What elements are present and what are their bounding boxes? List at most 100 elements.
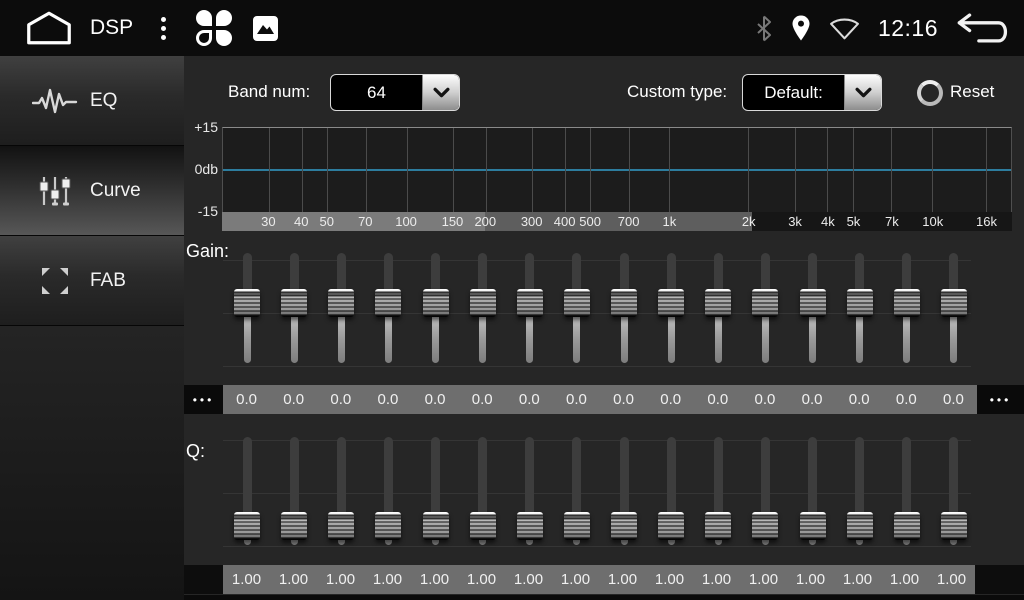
slider-thumb[interactable]: [611, 512, 637, 540]
slider-thumb[interactable]: [658, 512, 684, 540]
q-slider-11[interactable]: [694, 437, 741, 545]
sidebar-item-eq[interactable]: EQ: [0, 56, 184, 146]
slider-track: [431, 437, 440, 545]
gallery-icon[interactable]: [252, 15, 279, 42]
eq-plot[interactable]: [222, 127, 1012, 212]
slider-thumb[interactable]: [941, 289, 967, 317]
slider-thumb[interactable]: [752, 512, 778, 540]
gain-scroll-right-button[interactable]: •••: [977, 385, 1024, 414]
slider-thumb[interactable]: [894, 289, 920, 317]
back-icon[interactable]: [956, 12, 1010, 45]
gain-scroll-left-button[interactable]: •••: [184, 385, 223, 414]
gain-slider-8[interactable]: [553, 253, 600, 363]
home-icon[interactable]: [26, 10, 72, 46]
gain-slider-4[interactable]: [364, 253, 411, 363]
gain-slider-5[interactable]: [412, 253, 459, 363]
q-slider-2[interactable]: [270, 437, 317, 545]
slider-thumb[interactable]: [375, 289, 401, 317]
gain-value-row: ••• 0.00.00.00.00.00.00.00.00.00.00.00.0…: [184, 385, 1024, 414]
q-sliders: [223, 437, 977, 545]
q-value-9: 1.00: [599, 565, 646, 594]
slider-thumb[interactable]: [234, 289, 260, 317]
q-value-8: 1.00: [552, 565, 599, 594]
freq-tick-label: 50: [320, 212, 334, 231]
sidebar-item-curve[interactable]: Curve: [0, 146, 184, 236]
slider-thumb[interactable]: [234, 512, 260, 540]
gain-slider-12[interactable]: [741, 253, 788, 363]
slider-thumb[interactable]: [800, 512, 826, 540]
clock: 12:16: [878, 15, 938, 42]
overflow-menu-icon[interactable]: [155, 11, 172, 46]
q-row-right-spacer: [975, 565, 1024, 594]
slider-thumb[interactable]: [705, 512, 731, 540]
freq-tick-label: 500: [579, 212, 601, 231]
slider-track: [525, 437, 534, 545]
slider-thumb[interactable]: [800, 289, 826, 317]
q-slider-9[interactable]: [600, 437, 647, 545]
chevron-down-icon[interactable]: [844, 75, 881, 110]
slider-thumb[interactable]: [375, 512, 401, 540]
custom-type-dropdown[interactable]: Default:: [742, 74, 882, 111]
chevron-down-icon[interactable]: [422, 75, 459, 110]
slider-thumb[interactable]: [847, 289, 873, 317]
freq-tick-label: 700: [618, 212, 640, 231]
gain-slider-11[interactable]: [694, 253, 741, 363]
slider-thumb[interactable]: [281, 289, 307, 317]
q-slider-16[interactable]: [930, 437, 977, 545]
slider-thumb[interactable]: [281, 512, 307, 540]
slider-thumb[interactable]: [423, 512, 449, 540]
slider-thumb[interactable]: [423, 289, 449, 317]
q-slider-5[interactable]: [412, 437, 459, 545]
plot-gridline: [669, 128, 670, 212]
q-slider-1[interactable]: [223, 437, 270, 545]
q-slider-6[interactable]: [459, 437, 506, 545]
gain-slider-2[interactable]: [270, 253, 317, 363]
slider-thumb[interactable]: [705, 289, 731, 317]
gain-slider-15[interactable]: [883, 253, 930, 363]
slider-thumb[interactable]: [894, 512, 920, 540]
q-slider-8[interactable]: [553, 437, 600, 545]
slider-thumb[interactable]: [328, 289, 354, 317]
q-slider-15[interactable]: [883, 437, 930, 545]
apps-clover-icon[interactable]: [196, 10, 232, 46]
slider-track: [572, 437, 581, 545]
slider-thumb[interactable]: [752, 289, 778, 317]
gain-slider-13[interactable]: [789, 253, 836, 363]
slider-thumb[interactable]: [611, 289, 637, 317]
waveform-icon: [32, 86, 78, 116]
freq-tick-label: 3k: [788, 212, 802, 231]
band-num-dropdown[interactable]: 64: [330, 74, 460, 111]
reset-radio[interactable]: [917, 80, 943, 106]
slider-thumb[interactable]: [470, 289, 496, 317]
slider-thumb[interactable]: [517, 289, 543, 317]
q-slider-13[interactable]: [789, 437, 836, 545]
slider-thumb[interactable]: [658, 289, 684, 317]
q-slider-4[interactable]: [364, 437, 411, 545]
gain-slider-6[interactable]: [459, 253, 506, 363]
slider-thumb[interactable]: [847, 512, 873, 540]
slider-thumb[interactable]: [517, 512, 543, 540]
gain-slider-7[interactable]: [506, 253, 553, 363]
gain-slider-10[interactable]: [647, 253, 694, 363]
slider-thumb[interactable]: [564, 512, 590, 540]
q-slider-14[interactable]: [836, 437, 883, 545]
slider-track: [949, 437, 958, 545]
wifi-icon: [829, 17, 860, 40]
sidebar-item-fab[interactable]: FAB: [0, 236, 184, 326]
gain-slider-14[interactable]: [836, 253, 883, 363]
q-slider-7[interactable]: [506, 437, 553, 545]
slider-thumb[interactable]: [941, 512, 967, 540]
gain-slider-16[interactable]: [930, 253, 977, 363]
slider-track: [808, 253, 817, 363]
slider-thumb[interactable]: [328, 512, 354, 540]
q-slider-10[interactable]: [647, 437, 694, 545]
q-slider-3[interactable]: [317, 437, 364, 545]
gain-slider-9[interactable]: [600, 253, 647, 363]
slider-thumb[interactable]: [470, 512, 496, 540]
gain-slider-3[interactable]: [317, 253, 364, 363]
gain-slider-1[interactable]: [223, 253, 270, 363]
sidebar: EQ Curve: [0, 56, 184, 600]
slider-thumb[interactable]: [564, 289, 590, 317]
dsp-app-screen: DSP 12:16: [0, 0, 1024, 600]
q-slider-12[interactable]: [741, 437, 788, 545]
